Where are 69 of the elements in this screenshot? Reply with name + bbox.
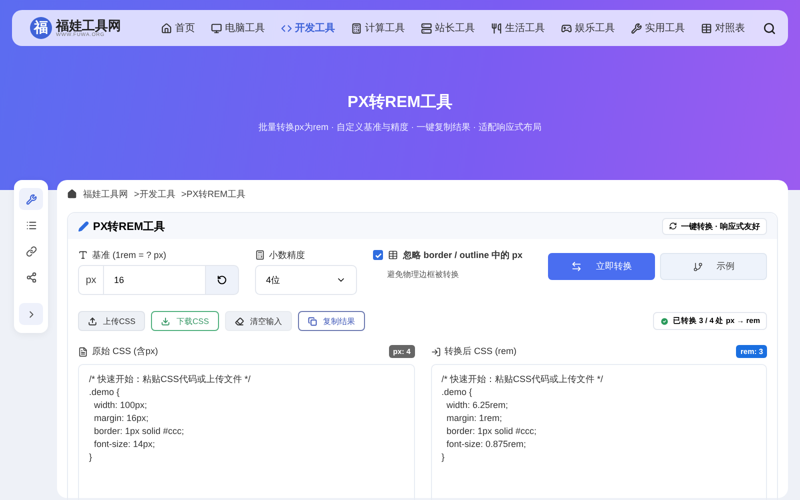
grid-icon [388, 250, 398, 260]
check-circle-icon [660, 316, 669, 326]
code-icon [281, 22, 292, 34]
site-name[interactable]: 福娃工具网 [56, 18, 121, 32]
monitor-icon [211, 22, 222, 34]
branch-icon [692, 262, 702, 272]
nav-link[interactable]: 电脑工具 [211, 21, 265, 35]
house-icon [161, 22, 172, 34]
font-icon [78, 250, 88, 260]
reset-button[interactable] [205, 265, 239, 295]
file-icon [78, 346, 88, 356]
swap-arrows-icon [571, 261, 582, 272]
home-icon [67, 189, 77, 199]
precision-select[interactable]: 4位 [255, 265, 357, 295]
reset-icon [217, 275, 227, 285]
breadcrumb-link[interactable]: >PX转REM工具 [181, 188, 246, 200]
copy-icon [308, 316, 317, 326]
feature-badge: 一键转换 · 响应式友好 [662, 218, 767, 234]
editor-title: 原始 CSS (含px) [92, 345, 158, 358]
wrench-icon [631, 22, 642, 34]
precision-label: 小数精度 [269, 248, 305, 262]
css-output-editor[interactable]: /* 快速开始：粘贴CSS代码或上传文件 */ .demo { width: 6.25rem; margin: 1rem; border: 1px solid #ccc; font-size: 0.875rem; } [430, 364, 767, 500]
pencil-icon [78, 220, 89, 232]
page-subtitle: 批量转换px为rem · 自定义基准与精度 · 一键复制结果 · 适配响应式布局 [258, 121, 542, 134]
eraser-icon [234, 316, 244, 326]
css-input-editor[interactable]: /* 快速开始：粘贴CSS代码或上传文件 */ .demo { width: 100px; margin: 16px; border: 1px solid #ccc; font-size: 14px; } [78, 364, 414, 500]
convert-button[interactable]: 立即转换 [548, 253, 655, 280]
example-button[interactable]: 示例 [660, 253, 767, 280]
nav-link[interactable]: 对照表 [701, 21, 745, 35]
utensils-icon [491, 22, 502, 34]
panel-title: PX转REM工具 [93, 220, 166, 234]
list-icon [26, 220, 36, 230]
unit-prefix: px [78, 265, 104, 295]
calculator-icon [351, 22, 362, 34]
ignore-label: 忽略 border / outline 中的 px [403, 248, 523, 262]
tools-button[interactable] [19, 188, 43, 210]
breadcrumb-link[interactable]: >开发工具 [134, 188, 176, 200]
nav-link[interactable]: 开发工具 [281, 21, 335, 35]
download-icon [161, 316, 170, 326]
upload-icon [88, 316, 97, 326]
ignore-checkbox[interactable] [373, 250, 383, 260]
copy-button[interactable]: 复制结果 [298, 311, 365, 331]
breadcrumb-link[interactable]: 福娃工具网 [83, 188, 128, 200]
search-button[interactable] [763, 22, 776, 34]
ignore-hint: 避免物理边框被转换 [387, 269, 460, 280]
page-title: PX转REM工具 [348, 92, 452, 113]
gamepad-icon [561, 22, 572, 34]
refresh-icon [668, 222, 677, 230]
nav-link[interactable]: 娱乐工具 [561, 21, 615, 35]
nav-link[interactable]: 实用工具 [631, 21, 685, 35]
download-button[interactable]: 下载CSS [151, 311, 219, 331]
nav-link[interactable]: 生活工具 [491, 21, 545, 35]
calculator-icon [255, 250, 265, 260]
tools-icon [26, 194, 36, 204]
editor-title: 转换后 CSS (rem) [444, 345, 516, 358]
table-icon [701, 22, 712, 34]
server-icon [421, 22, 432, 34]
eraser-button[interactable]: 清空输入 [224, 311, 292, 331]
logo-mark[interactable]: 福 [30, 17, 52, 39]
base-input-field[interactable]: 16 [104, 265, 205, 295]
nav-link[interactable]: 计算工具 [351, 21, 405, 35]
link-icon [26, 246, 36, 256]
search-icon [763, 22, 776, 34]
nav-link[interactable]: 首页 [161, 21, 195, 35]
base-label: 基准 (1rem = ? px) [92, 248, 166, 262]
login-icon [430, 346, 440, 356]
nav-link[interactable]: 站长工具 [421, 21, 475, 35]
share-icon [26, 272, 36, 282]
upload-button[interactable]: 上传CSS [78, 311, 146, 331]
